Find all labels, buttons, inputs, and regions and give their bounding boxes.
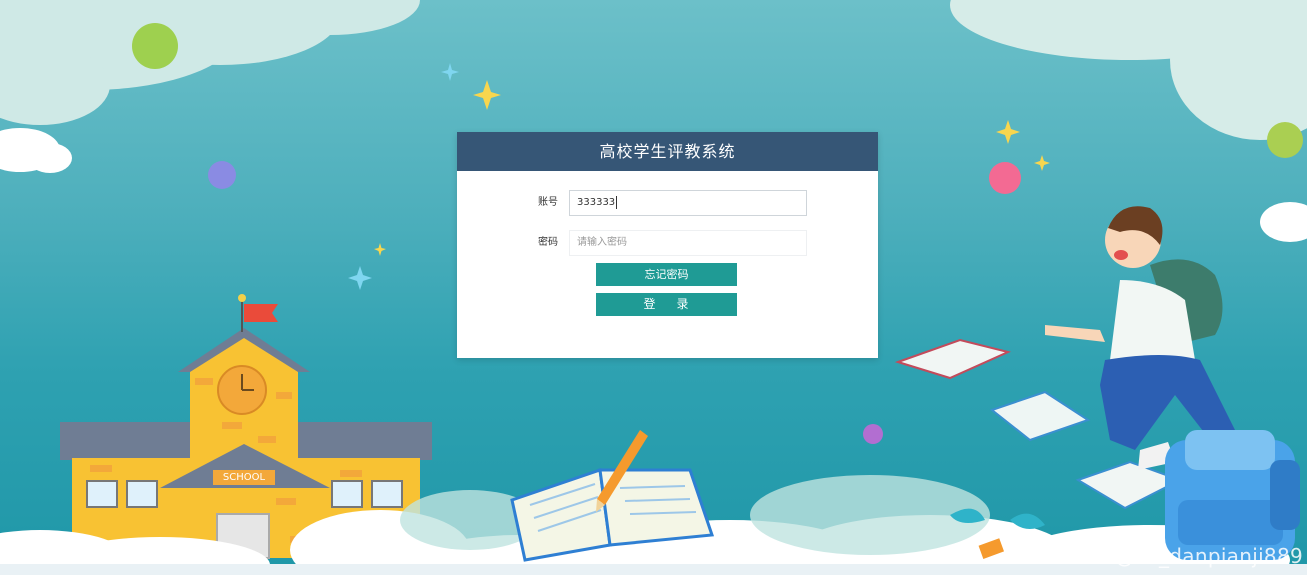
cloud-top-right [950, 0, 1307, 140]
account-input[interactable]: 333333 [569, 190, 807, 216]
ball-green [132, 23, 178, 69]
account-value: 333333 [577, 197, 616, 208]
ball-pink [989, 162, 1021, 194]
login-char-2: 录 [676, 297, 690, 311]
password-placeholder: 请输入密码 [577, 237, 627, 248]
flag-icon [238, 294, 278, 332]
login-char-1: 登 [643, 297, 657, 311]
backpack-icon [1165, 430, 1300, 560]
ball-purple [208, 161, 236, 189]
flying-book-2 [989, 390, 1091, 442]
flying-book-1 [894, 338, 1012, 380]
account-label: 账号 [538, 197, 558, 208]
password-row: 密码 请输入密码 [457, 230, 878, 256]
password-input[interactable]: 请输入密码 [569, 230, 807, 256]
ball-violet [863, 424, 883, 444]
watermark: CSDN @vx_danpianji889 [1049, 544, 1303, 568]
flying-book-3 [1075, 460, 1183, 510]
text-caret [616, 195, 618, 209]
cloud-top-left [0, 0, 420, 125]
page-title: 高校学生评教系统 [457, 132, 878, 171]
account-row: 账号 333333 [457, 190, 878, 216]
login-card: 高校学生评教系统 账号 333333 密码 请输入密码 忘记密码 登录 [457, 132, 878, 358]
school-sign: SCHOOL [222, 472, 266, 483]
password-label: 密码 [538, 237, 558, 248]
cloud-left-small [0, 128, 72, 173]
ball-lime [1267, 122, 1303, 158]
forgot-password-button[interactable]: 忘记密码 [596, 263, 737, 286]
cloud-right-small [1260, 202, 1307, 242]
clock-icon [217, 365, 267, 415]
login-button[interactable]: 登录 [596, 293, 737, 316]
